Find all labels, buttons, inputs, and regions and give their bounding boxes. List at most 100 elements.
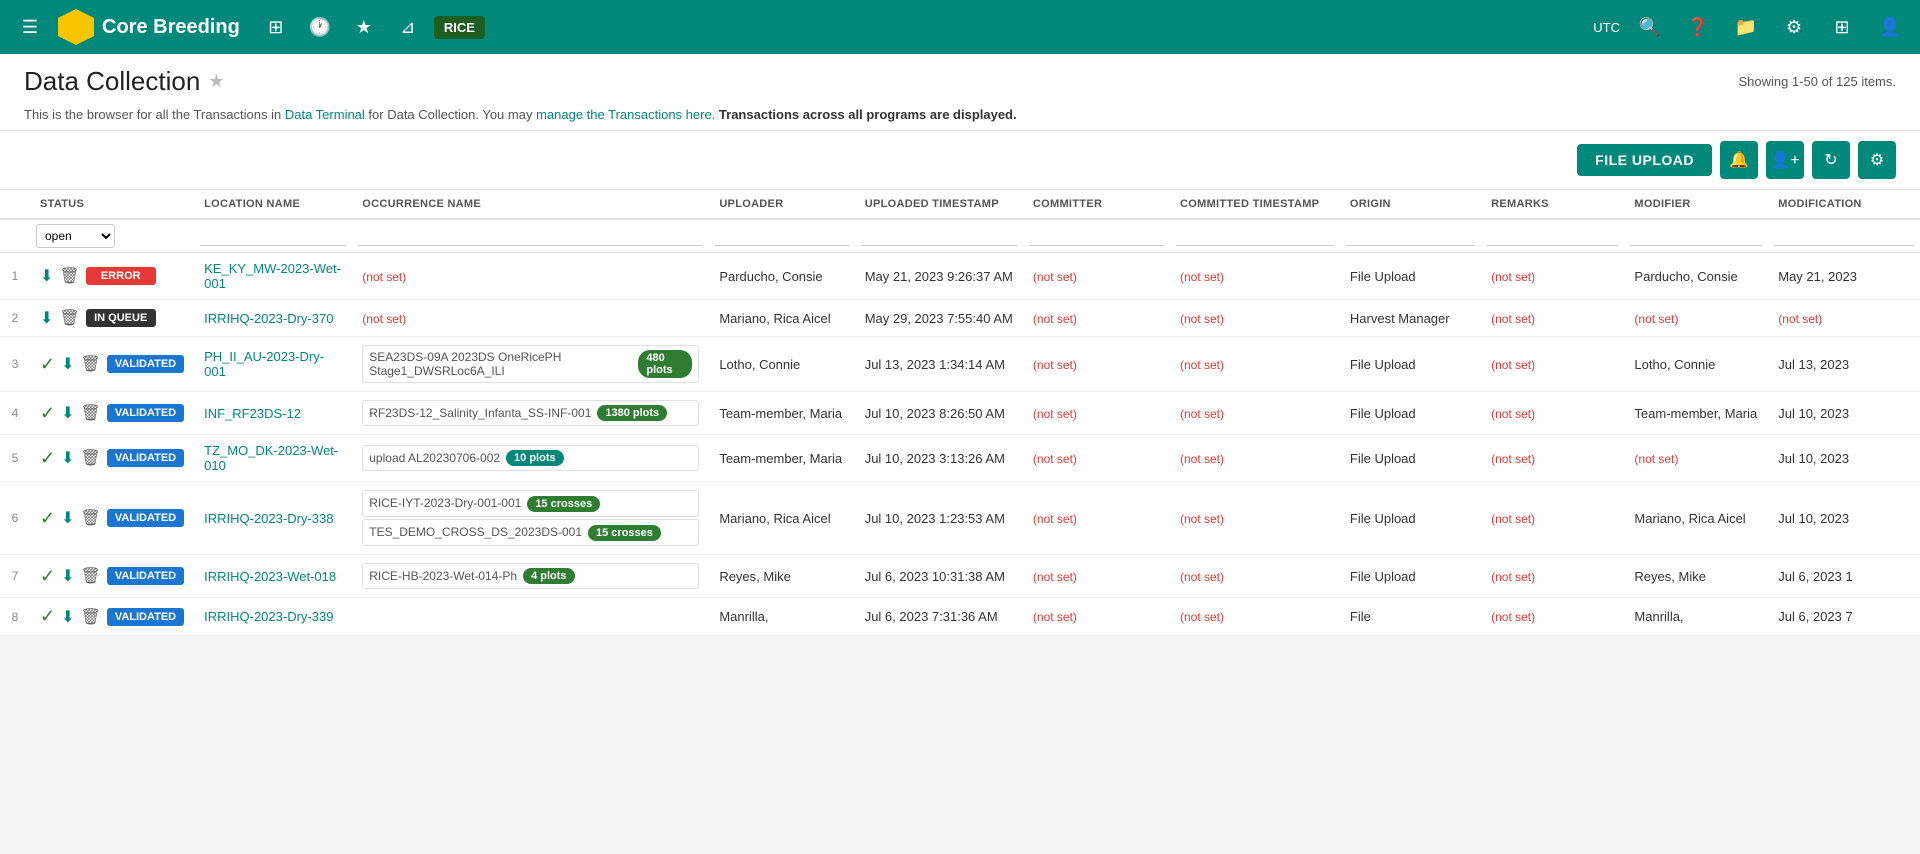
col-committed-ts[interactable]: COMMITTED TIMESTAMP <box>1170 190 1340 219</box>
user-icon[interactable]: 👤 <box>1872 9 1908 45</box>
filter-occurrence[interactable] <box>352 219 709 253</box>
validate-icon[interactable]: ✓ <box>40 508 55 529</box>
data-terminal-link[interactable]: Data Terminal <box>285 107 365 122</box>
delete-icon[interactable]: 🗑 <box>81 403 101 423</box>
location-link[interactable]: IRRIHQ-2023-Dry-339 <box>204 609 333 624</box>
item-count: Showing 1-50 of 125 items. <box>1738 74 1896 89</box>
column-settings-button[interactable]: ⚙ <box>1858 141 1896 179</box>
crop-tag[interactable]: RICE <box>434 16 485 39</box>
not-set-value: (not set) <box>1491 610 1535 624</box>
delete-icon[interactable]: 🗑 <box>81 566 101 586</box>
download-icon[interactable]: ⬇ <box>61 448 74 468</box>
action-icons: ✓⬇🗑VALIDATED <box>40 566 184 587</box>
help-icon[interactable]: ❓ <box>1680 9 1716 45</box>
download-icon[interactable]: ⬇ <box>61 354 74 374</box>
remarks-filter-input[interactable] <box>1487 227 1618 246</box>
validate-icon[interactable]: ✓ <box>40 566 55 587</box>
filter-num <box>0 219 30 253</box>
refresh-button[interactable]: ↻ <box>1812 141 1850 179</box>
notification-button[interactable]: 🔔 <box>1720 141 1758 179</box>
filter-modifier[interactable] <box>1624 219 1768 253</box>
modifier-filter-input[interactable] <box>1630 227 1762 246</box>
col-status[interactable]: STATUS <box>30 190 194 219</box>
apps-icon[interactable]: ⊞ <box>1824 9 1860 45</box>
validate-icon[interactable]: ✓ <box>40 606 55 627</box>
delete-icon[interactable]: 🗑 <box>59 266 79 286</box>
origin-cell: Harvest Manager <box>1340 300 1481 337</box>
validate-icon[interactable]: ✓ <box>40 403 55 424</box>
not-set-value: (not set) <box>1491 270 1535 284</box>
filter-modification[interactable] <box>1768 219 1920 253</box>
committer-filter-input[interactable] <box>1029 227 1164 246</box>
filter-origin[interactable] <box>1340 219 1481 253</box>
col-origin[interactable]: ORIGIN <box>1340 190 1481 219</box>
favorite-star[interactable]: ★ <box>208 71 224 92</box>
filter-icon[interactable]: ⊿ <box>390 9 426 45</box>
status-filter-select[interactable]: open all error validated in queue <box>36 224 115 248</box>
delete-icon[interactable]: 🗑 <box>59 308 79 328</box>
uploader-filter-input[interactable] <box>715 227 848 246</box>
search-icon[interactable]: 🔍 <box>1632 9 1668 45</box>
filter-uploader[interactable] <box>709 219 854 253</box>
table-row: 7✓⬇🗑VALIDATEDIRRIHQ-2023-Wet-018RICE-HB-… <box>0 555 1920 598</box>
modification-cell: Jul 13, 2023 <box>1768 337 1920 392</box>
download-icon[interactable]: ⬇ <box>40 266 53 286</box>
occurrence-filter-input[interactable] <box>358 227 703 246</box>
manage-transactions-link[interactable]: manage the Transactions here <box>536 107 712 122</box>
delete-icon[interactable]: 🗑 <box>81 607 101 627</box>
download-icon[interactable]: ⬇ <box>40 308 53 328</box>
folder-icon[interactable]: 📁 <box>1728 9 1764 45</box>
filter-committer[interactable] <box>1023 219 1170 253</box>
location-link[interactable]: IRRIHQ-2023-Wet-018 <box>204 569 336 584</box>
download-icon[interactable]: ⬇ <box>61 566 74 586</box>
col-modifier[interactable]: MODIFIER <box>1624 190 1768 219</box>
col-modification[interactable]: MODIFICATION <box>1768 190 1920 219</box>
location-link[interactable]: IRRIHQ-2023-Dry-370 <box>204 311 333 326</box>
download-icon[interactable]: ⬇ <box>61 508 74 528</box>
modification-filter-input[interactable] <box>1774 227 1914 246</box>
col-occurrence[interactable]: OCCURRENCE NAME <box>352 190 709 219</box>
col-committer[interactable]: COMMITTER <box>1023 190 1170 219</box>
filter-location[interactable] <box>194 219 352 253</box>
delete-icon[interactable]: 🗑 <box>81 508 101 528</box>
uploader-cell: Mariano, Rica Aicel <box>709 482 854 555</box>
col-uploader[interactable]: UPLOADER <box>709 190 854 219</box>
star-icon[interactable]: ★ <box>346 9 382 45</box>
settings-icon[interactable]: ⚙ <box>1776 9 1812 45</box>
origin-cell: File <box>1340 598 1481 636</box>
col-uploaded-ts[interactable]: UPLOADED TIMESTAMP <box>855 190 1023 219</box>
location-link[interactable]: PH_II_AU-2023-Dry-001 <box>204 349 324 379</box>
menu-icon[interactable]: ☰ <box>12 9 48 45</box>
col-remarks[interactable]: REMARKS <box>1481 190 1624 219</box>
location-filter-input[interactable] <box>200 227 346 246</box>
file-upload-button[interactable]: FILE UPLOAD <box>1577 144 1712 176</box>
download-icon[interactable]: ⬇ <box>61 607 74 627</box>
filter-status[interactable]: open all error validated in queue <box>30 219 194 253</box>
location-link[interactable]: KE_KY_MW-2023-Wet-001 <box>204 261 341 291</box>
col-location[interactable]: LOCATION NAME <box>194 190 352 219</box>
uploader-cell: Team-member, Maria <box>709 435 854 482</box>
grid-icon[interactable]: ⊞ <box>258 9 294 45</box>
location-link[interactable]: INF_RF23DS-12 <box>204 406 301 421</box>
location-cell: INF_RF23DS-12 <box>194 392 352 435</box>
delete-icon[interactable]: 🗑 <box>81 354 101 374</box>
delete-icon[interactable]: 🗑 <box>81 448 101 468</box>
uploaded-ts-filter-input[interactable] <box>861 227 1017 246</box>
validate-icon[interactable]: ✓ <box>40 354 55 375</box>
download-icon[interactable]: ⬇ <box>61 403 74 423</box>
uploaded-ts-cell: May 21, 2023 9:26:37 AM <box>855 253 1023 300</box>
page-header-row: Data Collection ★ Showing 1-50 of 125 it… <box>24 66 1896 97</box>
committed-ts-filter-input[interactable] <box>1176 227 1334 246</box>
clock-icon[interactable]: 🕐 <box>302 9 338 45</box>
filter-committed-ts[interactable] <box>1170 219 1340 253</box>
committed-ts-cell: (not set) <box>1170 482 1340 555</box>
filter-remarks[interactable] <box>1481 219 1624 253</box>
uploader-cell: Parducho, Consie <box>709 253 854 300</box>
location-link[interactable]: IRRIHQ-2023-Dry-338 <box>204 511 333 526</box>
user-assign-button[interactable]: 👤+ <box>1766 141 1804 179</box>
origin-filter-input[interactable] <box>1346 227 1475 246</box>
validate-icon[interactable]: ✓ <box>40 448 55 469</box>
location-link[interactable]: TZ_MO_DK-2023-Wet-010 <box>204 443 338 473</box>
committer-cell: (not set) <box>1023 435 1170 482</box>
filter-uploaded-ts[interactable] <box>855 219 1023 253</box>
